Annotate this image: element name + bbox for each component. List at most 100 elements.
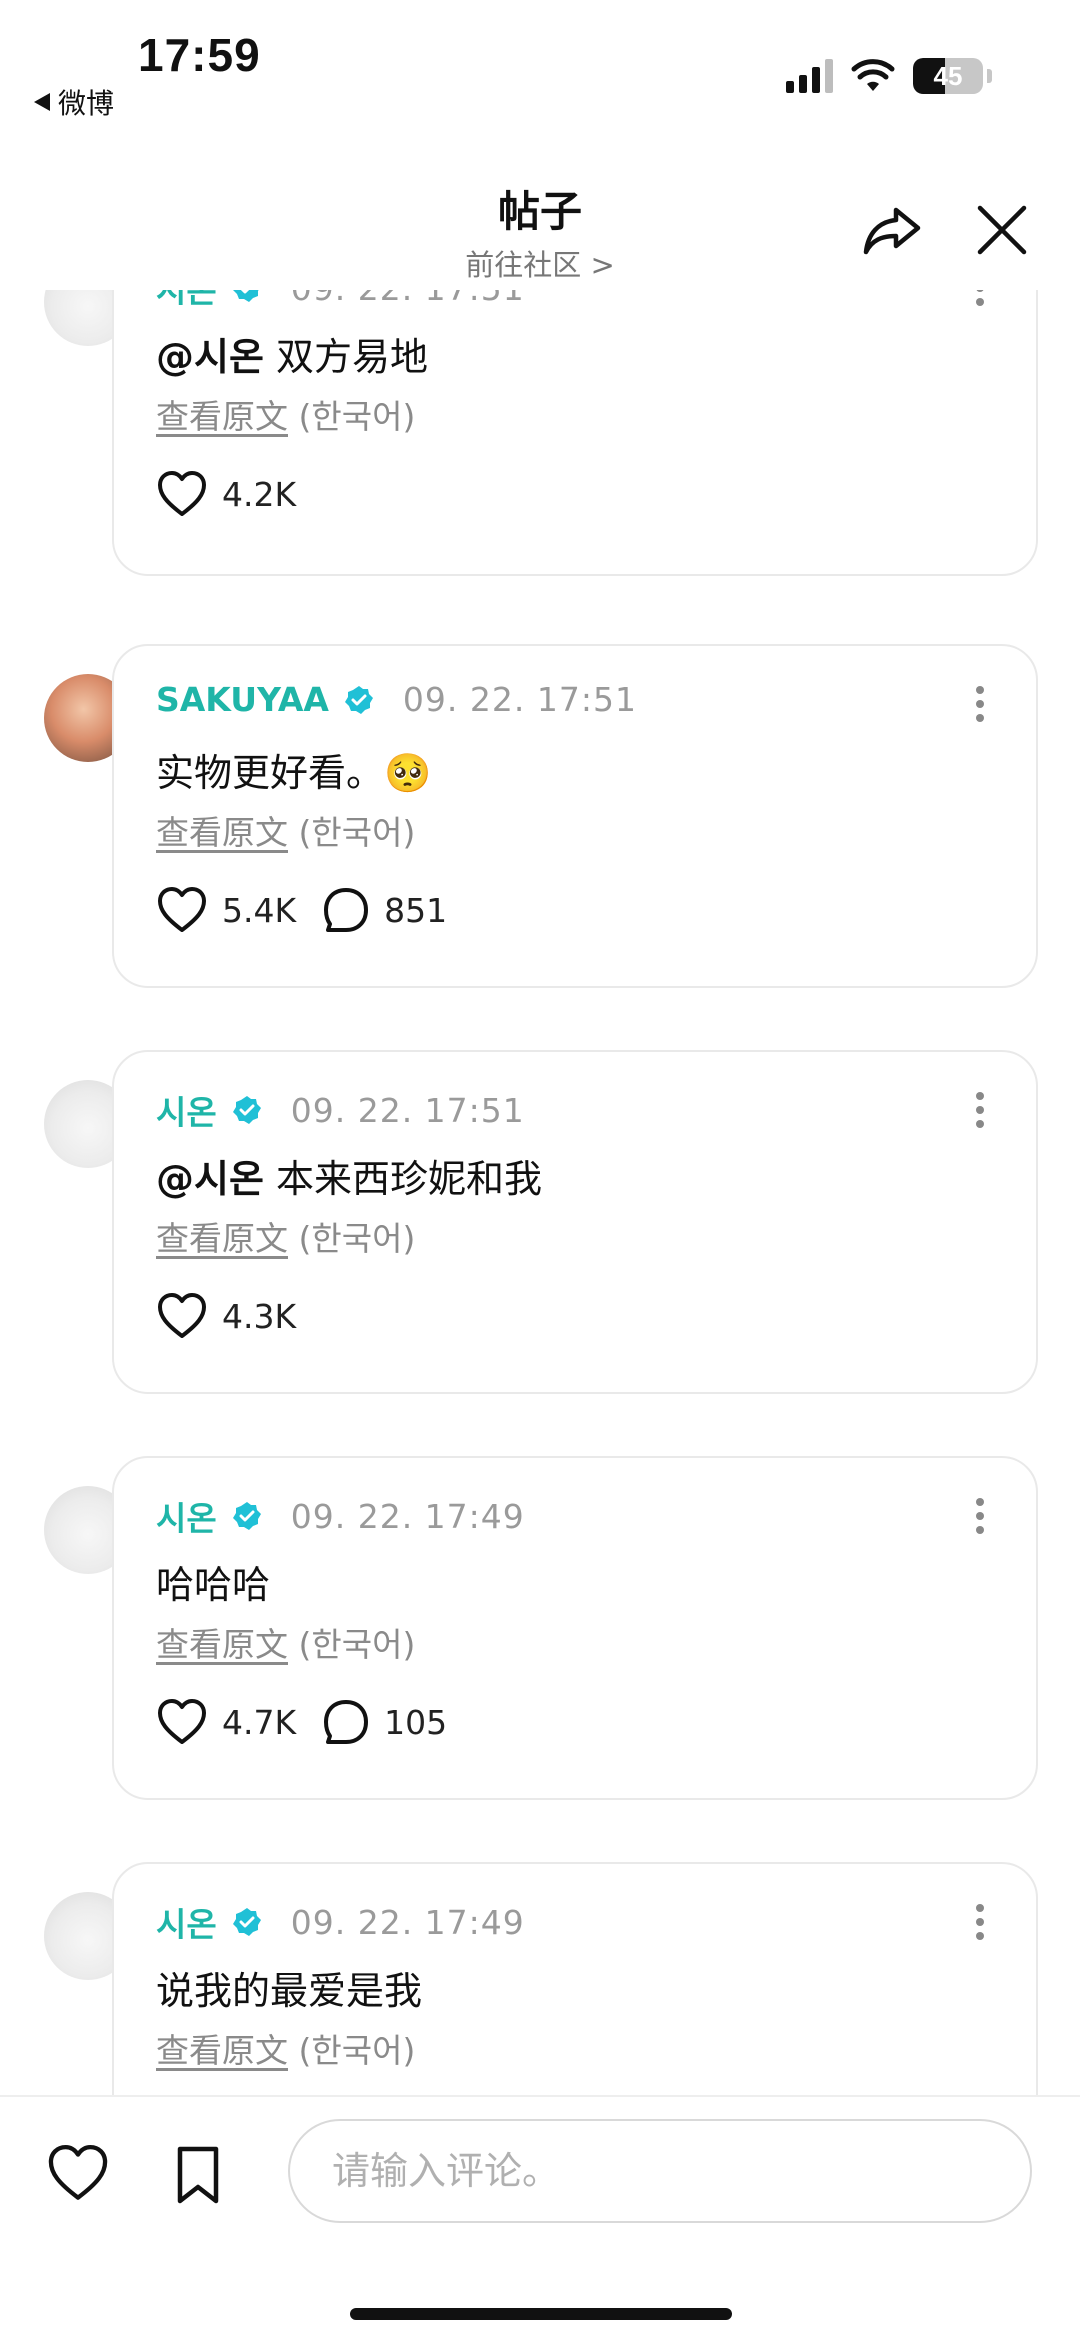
comment-text: @시온 双方易地 bbox=[156, 326, 428, 381]
comment-card: 시온 09. 22. 17:51 @시온 本来西珍妮和我 查看原文 (한국어) bbox=[112, 1050, 1038, 1394]
view-original: 查看原文 (한국어) bbox=[156, 390, 415, 438]
comment-text: @시온 本来西珍妮和我 bbox=[156, 1148, 542, 1203]
heart-icon bbox=[158, 887, 206, 932]
signal-icon bbox=[786, 59, 833, 93]
comment-input[interactable] bbox=[288, 2119, 1032, 2223]
verified-icon bbox=[232, 1502, 261, 1530]
like-count: 4.7K bbox=[222, 1702, 297, 1742]
comment-feed[interactable]: 시온 09. 22. 17:51 @시온 双方易地 查看原文 (한국어) bbox=[0, 290, 1080, 2095]
comment-time: 09. 22. 17:49 bbox=[290, 1496, 525, 1536]
wifi-icon bbox=[851, 59, 895, 91]
like-post-button[interactable] bbox=[46, 2143, 110, 2207]
comment-time: 09. 22. 17:51 bbox=[290, 1090, 525, 1130]
original-language: (한국어) bbox=[298, 397, 416, 436]
comment-time: 09. 22. 17:49 bbox=[290, 1902, 525, 1942]
battery-percent: 45 bbox=[933, 60, 963, 91]
heart-icon bbox=[158, 1293, 206, 1338]
original-language: (한국어) bbox=[298, 1625, 416, 1664]
mention[interactable]: @시온 bbox=[156, 1157, 264, 1201]
author-name[interactable]: 시온 bbox=[156, 1086, 217, 1134]
view-original-link[interactable]: 查看原文 bbox=[156, 1625, 288, 1664]
more-options-button[interactable] bbox=[974, 1092, 986, 1128]
comment-body: 哈哈哈 bbox=[156, 1563, 271, 1607]
comment-actions: 4.7K 105 bbox=[156, 1698, 447, 1746]
post-header: 帖子 前往社区 > bbox=[0, 160, 1080, 290]
comment-time: 09. 22. 17:51 bbox=[402, 680, 637, 719]
comment-item: 시온 09. 22. 17:49 说我的最爱是我 查看原文 (한국어) bbox=[0, 1862, 1080, 2095]
like-button[interactable]: 4.2K bbox=[156, 470, 296, 518]
share-icon bbox=[863, 207, 921, 255]
view-original: 查看原文 (한국어) bbox=[156, 2024, 415, 2072]
comment-text: 实物更好看。🥺 bbox=[156, 742, 431, 797]
view-original: 查看原文 (한국어) bbox=[156, 806, 415, 854]
reply-count: 851 bbox=[384, 890, 448, 930]
comment-text: 哈哈哈 bbox=[156, 1554, 270, 1609]
comment-bubble-icon bbox=[324, 1700, 369, 1744]
like-button[interactable]: 4.3K bbox=[156, 1292, 296, 1340]
reply-button[interactable]: 105 bbox=[322, 1698, 447, 1746]
comment-card: 시온 09. 22. 17:49 说我的最爱是我 查看原文 (한국어) bbox=[112, 1862, 1038, 2095]
back-to-app-button[interactable]: 微博 bbox=[34, 82, 114, 122]
reply-button[interactable]: 851 bbox=[322, 886, 447, 934]
author-name[interactable]: SAKUYAA bbox=[156, 680, 329, 719]
view-original-link[interactable]: 查看原文 bbox=[156, 397, 288, 436]
like-count: 5.4K bbox=[222, 890, 297, 930]
mention[interactable]: @시온 bbox=[156, 335, 264, 379]
verified-icon bbox=[232, 1908, 261, 1936]
system-icons: 45 bbox=[786, 58, 992, 94]
original-language: (한국어) bbox=[298, 813, 416, 852]
author-name[interactable]: 시온 bbox=[156, 290, 217, 312]
status-time: 17:59 bbox=[138, 29, 261, 81]
home-indicator bbox=[350, 2308, 732, 2320]
close-icon bbox=[977, 205, 1027, 255]
more-options-button[interactable] bbox=[974, 686, 986, 722]
bookmark-button[interactable] bbox=[170, 2143, 234, 2207]
view-original-link[interactable]: 查看原文 bbox=[156, 1219, 288, 1258]
view-original-link[interactable]: 查看原文 bbox=[156, 813, 288, 852]
status-bar: 17:59 微博 45 bbox=[0, 0, 1080, 140]
comment-item: 시온 09. 22. 17:51 @시온 本来西珍妮和我 查看原文 (한국어) bbox=[0, 1050, 1080, 1394]
close-button[interactable] bbox=[970, 198, 1034, 262]
heart-icon bbox=[158, 1699, 206, 1744]
like-button[interactable]: 5.4K bbox=[156, 886, 296, 934]
comment-card: 시온 09. 22. 17:49 哈哈哈 查看原文 (한국어) 4.7K 105 bbox=[112, 1456, 1038, 1800]
more-options-button[interactable] bbox=[974, 1904, 986, 1940]
comment-meta: SAKUYAA 09. 22. 17:51 bbox=[156, 680, 637, 719]
more-options-button[interactable] bbox=[974, 1498, 986, 1534]
comment-time: 09. 22. 17:51 bbox=[291, 290, 525, 308]
comment-body: 双方易地 bbox=[276, 335, 429, 379]
more-options-button[interactable] bbox=[974, 290, 986, 306]
comment-actions: 5.4K 851 bbox=[156, 886, 447, 934]
back-app-label: 微博 bbox=[58, 87, 115, 120]
comment-body: 实物更好看。🥺 bbox=[156, 751, 432, 795]
verified-icon bbox=[232, 290, 259, 302]
battery-tip bbox=[987, 69, 992, 83]
original-language: (한국어) bbox=[298, 1219, 416, 1258]
author-name[interactable]: 시온 bbox=[156, 1492, 217, 1540]
like-count: 4.3K bbox=[222, 1296, 297, 1336]
heart-icon bbox=[158, 471, 206, 516]
share-button[interactable] bbox=[860, 198, 924, 262]
comment-card: 시온 09. 22. 17:51 @시온 双方易地 查看原文 (한국어) bbox=[112, 290, 1038, 576]
view-original: 查看原文 (한국어) bbox=[156, 1212, 415, 1260]
verified-icon bbox=[232, 1096, 261, 1124]
comment-card: SAKUYAA 09. 22. 17:51 实物更好看。🥺 查看原文 (한국어) bbox=[112, 644, 1038, 988]
like-count: 4.2K bbox=[222, 474, 297, 514]
comment-meta: 시온 09. 22. 17:49 bbox=[156, 1492, 525, 1540]
comment-actions: 4.2K bbox=[156, 470, 296, 518]
view-original-link[interactable]: 查看原文 bbox=[156, 2031, 288, 2070]
comment-meta: 시온 09. 22. 17:51 bbox=[156, 1086, 525, 1134]
heart-icon bbox=[48, 2145, 108, 2200]
reply-count: 105 bbox=[384, 1702, 448, 1742]
comment-body: 说我的最爱是我 bbox=[156, 1969, 423, 2013]
battery-icon: 45 bbox=[913, 58, 983, 94]
comment-bubble-icon bbox=[324, 888, 369, 932]
verified-icon bbox=[344, 685, 373, 714]
view-original: 查看原文 (한국어) bbox=[156, 1618, 415, 1666]
comment-body: 本来西珍妮和我 bbox=[276, 1157, 543, 1201]
comment-meta: 시온 09. 22. 17:51 bbox=[156, 290, 525, 312]
comment-item: SAKUYAA 09. 22. 17:51 实物更好看。🥺 查看原文 (한국어) bbox=[0, 644, 1080, 988]
author-name[interactable]: 시온 bbox=[156, 1898, 217, 1946]
bookmark-icon bbox=[177, 2146, 219, 2204]
like-button[interactable]: 4.7K bbox=[156, 1698, 296, 1746]
